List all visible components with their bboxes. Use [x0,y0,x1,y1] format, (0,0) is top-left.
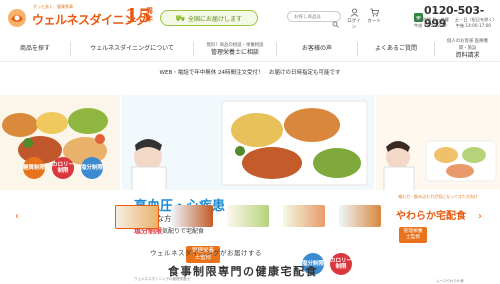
badge-calorie: カロリー制限 [330,253,352,275]
nav-label: ウェルネスダイニングについて [90,45,174,52]
nav-underline [0,61,500,62]
nav-label: 管理栄養士に相談 [210,48,259,56]
nav-sub-label: 個人のお客様 医療機関・施設 [447,39,488,51]
cart-button[interactable]: カート [366,8,382,24]
hours-line4: 午後 14:00-17:00 [455,22,492,28]
search-icon[interactable] [332,13,339,28]
slide-hypertension[interactable] [122,95,374,190]
site-header: ずっと長く、健康食事 ウェルネスダイニング 15 周年 全国にお届けします お探… [0,0,500,40]
hours-line2: 午前 9:30-12:30 [414,22,447,28]
badge-calorie: カロリー制限 [52,157,74,179]
soft-food-photo [376,95,500,190]
nav-sub-label: 無料！商品の相談・栄養相談 [206,42,264,48]
logo-tagline: ずっと長く、健康食事 [33,4,73,9]
login-button[interactable]: ログイン [346,8,362,30]
main-line-suffix: 気配りで宅配食 [162,228,205,235]
badge-label: 塩分制限 [81,164,104,171]
carousel-next-button[interactable]: › [478,211,482,222]
national-delivery-badge: 全国にお届けします [160,10,258,26]
carousel-thumb-2[interactable] [171,205,213,227]
business-hours: 営業時間 月～金曜 土・日（祝日を除く） 午前 9:30-12:30 午後 14:0… [414,17,497,28]
anniversary-unit: 周年 [146,7,153,23]
hero-photo [122,95,374,190]
cart-icon [370,8,379,17]
nav-label: お客様の声 [301,45,332,52]
national-delivery-text: 全国にお届けします [187,15,242,23]
global-nav: 商品を探す ウェルネスダイニングについて 無料！商品の相談・栄養相談 管理栄養士… [0,38,500,59]
section-headline: 食事制限専門の健康宅配食 [168,265,318,278]
nav-label: 商品を探す [19,45,50,52]
cart-label: カート [367,19,381,24]
carousel-thumb-4[interactable] [283,205,325,227]
badge-label: カロリー制限 [52,161,75,175]
user-icon [350,8,358,17]
section-tagline: ウェルネスダイニングがお届けする [150,249,262,257]
nav-item-search-products[interactable]: 商品を探す [0,38,70,59]
nav-item-faq[interactable]: よくあるご質問 [358,38,434,59]
badge-salt: 塩分制限 [81,157,103,179]
search-placeholder: お探し商品は [294,14,321,20]
notice-text: WEB・電話で年中無休 24時間注文受付！ お届けの日時指定も可能です [159,70,341,76]
badge-carb: 糖質制限 [23,157,45,179]
soft-food-line1: 噛む力・飲み込む力が気になってきた方向け [398,194,478,199]
soft-food-title: やわらか宅配食 [396,211,466,222]
carousel-thumb-3[interactable] [227,205,269,227]
soft-food-caption: ムースやわらか食 [436,279,464,283]
nav-item-about[interactable]: ウェルネスダイニングについて [71,38,193,59]
hero-carousel[interactable]: 糖質制限 カロリー制限 塩分制限 高血圧・心疾患 が不安な方向け 塩分制限気配り… [0,95,500,283]
nav-item-voices[interactable]: お客様の声 [277,38,357,59]
nav-item-brochure[interactable]: 個人のお客様 医療機関・施設 資料請求 [435,38,500,59]
badge-label: カロリー制限 [330,257,353,271]
carousel-prev-button[interactable]: ‹ [15,211,19,222]
nav-label: よくあるご質問 [374,45,417,52]
nav-label: 資料請求 [455,52,480,59]
carousel-thumb-1[interactable] [115,205,159,229]
truck-icon [175,15,185,21]
badge-label: 糖質制限 [23,164,46,171]
soft-food-supervisor: 管理栄養士監修 [399,227,427,243]
login-label: ログイン [347,19,361,30]
nav-item-consult[interactable]: 無料！商品の相談・栄養相談 管理栄養士に相談 [194,38,276,59]
carousel-thumb-5[interactable] [339,205,381,227]
logo-mark-icon[interactable] [6,8,28,28]
slide-soft-food[interactable] [376,95,500,190]
